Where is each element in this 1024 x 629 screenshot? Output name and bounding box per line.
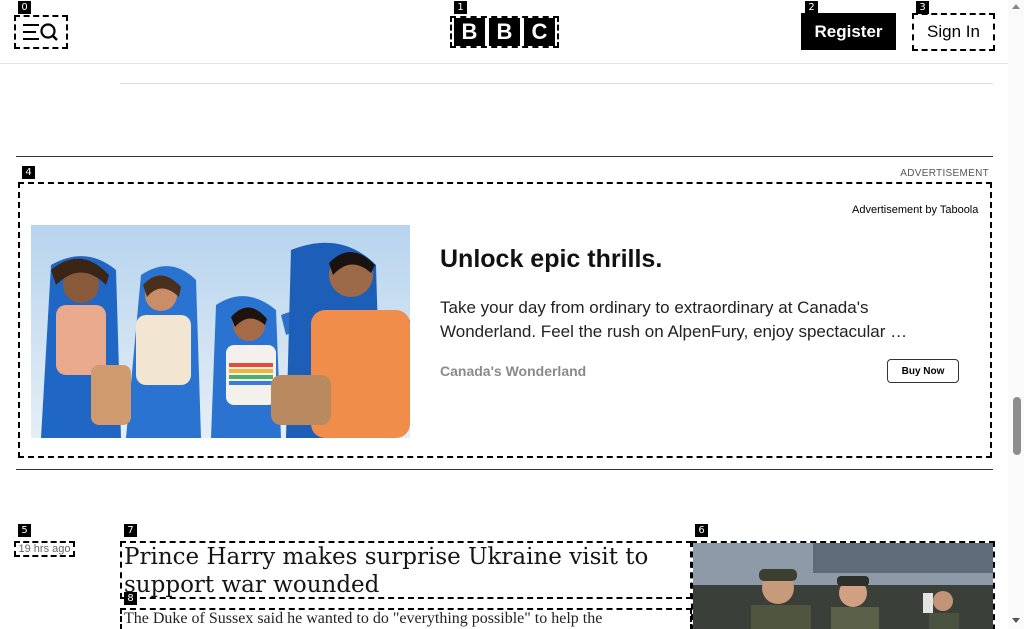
article-headline[interactable]: Prince Harry makes surprise Ukraine visi… (120, 541, 692, 599)
scrollbar[interactable] (1008, 0, 1024, 629)
scroll-up-icon[interactable] (1012, 4, 1020, 9)
article-summary[interactable]: The Duke of Sussex said he wanted to do … (120, 608, 692, 629)
buy-now-button[interactable]: Buy Now (887, 359, 959, 383)
advertisement-label: ADVERTISEMENT (900, 168, 989, 179)
page: B B C Register Sign In 0 1 2 3 ADVERTISE… (0, 0, 1024, 629)
ad-description-line-1: Take your day from ordinary to extraordi… (440, 298, 869, 317)
roller-coaster-photo (31, 225, 410, 438)
scrollbar-thumb[interactable] (1013, 397, 1021, 455)
marker-8: 8 (124, 592, 137, 605)
bbc-logo[interactable]: B B C (450, 16, 559, 48)
ad-bottom-rule (16, 469, 993, 470)
register-button[interactable]: Register (801, 13, 896, 50)
article-timestamp[interactable]: 19 hrs ago (14, 541, 75, 557)
logo-letter-b2: B (489, 18, 520, 46)
site-header: B B C Register Sign In (0, 0, 1008, 64)
menu-search-icon (23, 23, 58, 41)
ad-attribution[interactable]: Advertisement by Taboola (852, 204, 978, 216)
section-divider (120, 83, 993, 84)
marker-3: 3 (916, 1, 929, 14)
marker-4: 4 (22, 166, 35, 179)
logo-letter-b1: B (454, 18, 485, 46)
ad-headline[interactable]: Unlock epic thrills. (440, 245, 662, 274)
marker-0: 0 (18, 1, 31, 14)
marker-5: 5 (18, 524, 31, 537)
marker-2: 2 (805, 1, 818, 14)
ad-description-line-2: Wonderland. Feel the rush on AlpenFury, … (440, 322, 908, 341)
marker-7: 7 (124, 524, 137, 537)
prince-harry-photo (693, 543, 993, 629)
scroll-down-icon[interactable] (1012, 618, 1020, 623)
sign-in-button[interactable]: Sign In (912, 13, 995, 51)
ad-description[interactable]: Take your day from ordinary to extraordi… (440, 296, 960, 344)
marker-1: 1 (454, 1, 467, 14)
marker-6: 6 (695, 524, 708, 537)
article-image[interactable] (691, 541, 995, 629)
logo-letter-c: C (524, 18, 555, 46)
ad-image[interactable] (31, 225, 410, 438)
ad-brand[interactable]: Canada's Wonderland (440, 363, 586, 379)
menu-search-button[interactable] (14, 15, 68, 49)
ad-top-rule (16, 156, 993, 157)
